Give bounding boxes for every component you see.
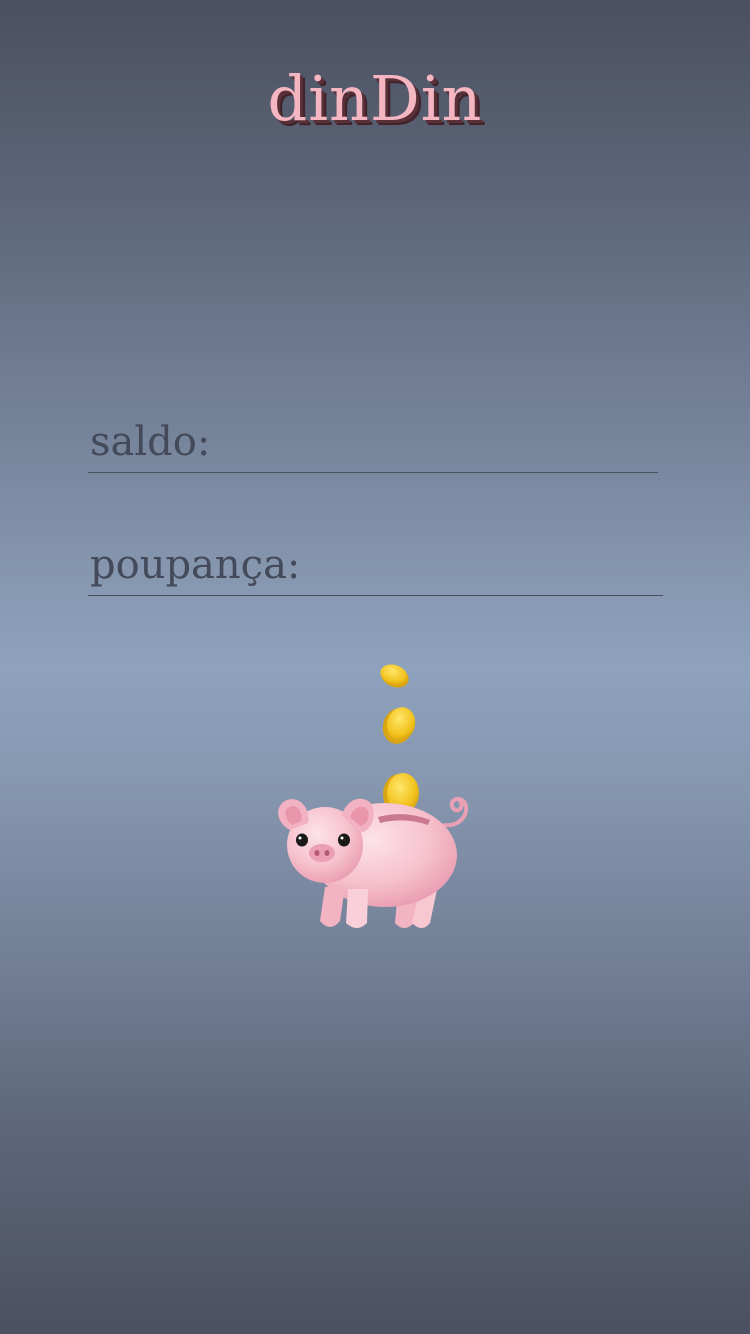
saldo-input[interactable] [220, 420, 676, 464]
coin-icon [380, 664, 409, 688]
poupanca-field[interactable]: poupança: [88, 542, 750, 596]
poupanca-input[interactable] [310, 543, 750, 587]
app-title: dinDin [267, 62, 483, 135]
saldo-label: saldo: [90, 419, 211, 465]
coin-icon [382, 707, 416, 744]
piggy-bank-icon [278, 664, 469, 928]
saldo-field[interactable]: saldo: [88, 419, 676, 473]
poupanca-label: poupança: [90, 542, 301, 588]
